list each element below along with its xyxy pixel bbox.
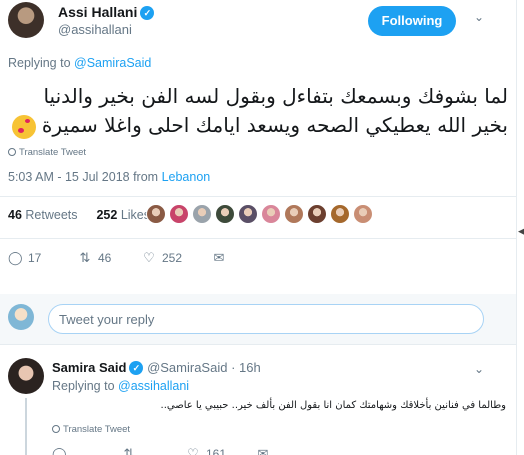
avatar[interactable]: [8, 2, 44, 38]
globe-icon: [8, 148, 16, 156]
avatar[interactable]: [8, 358, 44, 394]
tweet-time[interactable]: 5:03 AM - 15 Jul 2018 from: [8, 170, 158, 184]
replying-to-link[interactable]: @assihallani: [118, 379, 189, 393]
tweet-location[interactable]: Lebanon: [162, 170, 211, 184]
retweet-count: 46: [98, 251, 112, 265]
tweet-detail-panel: Assi Hallani ✓ @assihallani Following ⌄ R…: [0, 0, 516, 455]
reply-button[interactable]: ◯ 17: [8, 250, 41, 266]
reply-text: وطالما في فنانين بأخلاقك وشهامتك كمان ان…: [160, 400, 506, 411]
heart-icon: ♡: [143, 250, 155, 265]
replying-to: Replying to @assihallani: [52, 379, 189, 393]
following-button[interactable]: Following: [368, 6, 456, 36]
tweet-header: Assi Hallani ✓ @assihallani Following ⌄: [0, 0, 516, 46]
author-name[interactable]: Assi Hallani ✓: [58, 4, 155, 20]
translate-label[interactable]: Translate Tweet: [19, 147, 86, 158]
like-count: 252: [162, 251, 183, 265]
like-count: 161: [206, 447, 227, 455]
direct-message-button[interactable]: ✉: [256, 446, 276, 455]
scroll-arrow-icon[interactable]: ◀: [518, 226, 524, 237]
likes-stat[interactable]: 252 Likes: [96, 208, 150, 222]
liker-avatar[interactable]: [330, 204, 350, 224]
translate-tweet-link[interactable]: Translate Tweet: [8, 147, 86, 158]
heart-icon: ♡: [187, 446, 199, 455]
like-button[interactable]: ♡ 252: [142, 250, 182, 266]
reply-icon: ◯: [52, 446, 67, 455]
liker-avatar[interactable]: [192, 204, 212, 224]
verified-icon: ✓: [129, 361, 144, 375]
liker-avatar[interactable]: [307, 204, 327, 224]
divider: [0, 344, 516, 345]
replying-prefix: Replying to: [8, 56, 71, 70]
retweet-icon: ⇅: [79, 250, 91, 265]
retweets-label[interactable]: Retweets: [25, 208, 77, 222]
tweet-text-body: لما بشوفك وبسمعك بتفاءل وبقول لسه الفن ب…: [41, 84, 508, 137]
tweet-stats: 46 Retweets 252 Likes: [8, 208, 150, 222]
retweets-stat[interactable]: 46 Retweets: [8, 208, 78, 222]
liker-avatar[interactable]: [215, 204, 235, 224]
reply-author-handle[interactable]: @SamiraSaid: [147, 360, 227, 375]
like-button[interactable]: ♡ 161: [186, 446, 226, 455]
replying-prefix: Replying to: [52, 379, 115, 393]
envelope-icon: ✉: [213, 250, 225, 265]
thread-connector: [25, 398, 27, 455]
tweet-text: لما بشوفك وبسمعك بتفاءل وبقول لسه الفن ب…: [8, 82, 508, 140]
liker-avatar[interactable]: [261, 204, 281, 224]
globe-icon: [52, 425, 60, 433]
replying-to-link[interactable]: @SamiraSaid: [74, 56, 151, 70]
liker-avatar[interactable]: [238, 204, 258, 224]
divider: [0, 196, 516, 197]
chevron-down-icon[interactable]: ⌄: [474, 10, 484, 24]
liker-avatar[interactable]: [169, 204, 189, 224]
tweet-timestamp: 5:03 AM - 15 Jul 2018 from Lebanon: [8, 170, 210, 184]
chevron-down-icon[interactable]: ⌄: [474, 362, 484, 376]
reply-button[interactable]: ◯: [52, 446, 72, 455]
retweet-icon: ⇅: [123, 446, 135, 455]
author-name-text[interactable]: Assi Hallani: [58, 4, 137, 20]
likes-count[interactable]: 252: [96, 208, 117, 222]
kiss-emoji-icon: [11, 114, 36, 139]
reply-icon: ◯: [8, 250, 23, 265]
retweet-button[interactable]: ⇅: [122, 446, 142, 455]
reply-author-name[interactable]: Samira Said: [52, 360, 126, 375]
direct-message-button[interactable]: ✉: [212, 250, 232, 266]
liker-avatar[interactable]: [146, 204, 166, 224]
liker-avatar[interactable]: [284, 204, 304, 224]
divider: [0, 238, 516, 239]
verified-icon: ✓: [140, 6, 155, 20]
reply-time[interactable]: · 16h: [231, 360, 261, 375]
reply-author[interactable]: Samira Said ✓ @SamiraSaid · 16h: [52, 360, 261, 375]
avatar[interactable]: [8, 304, 34, 330]
envelope-icon: ✉: [257, 446, 269, 455]
liker-avatar[interactable]: [353, 204, 373, 224]
retweet-button[interactable]: ⇅ 46: [78, 250, 112, 266]
translate-label[interactable]: Translate Tweet: [63, 424, 130, 435]
reply-count: 17: [28, 251, 42, 265]
author-handle[interactable]: @assihallani: [58, 22, 132, 37]
reply-input[interactable]: [48, 304, 484, 334]
replying-to: Replying to @SamiraSaid: [8, 56, 151, 70]
retweets-count[interactable]: 46: [8, 208, 22, 222]
translate-tweet-link[interactable]: Translate Tweet: [52, 424, 130, 435]
liker-avatars: [146, 204, 376, 226]
scrollbar-track[interactable]: [516, 0, 517, 455]
